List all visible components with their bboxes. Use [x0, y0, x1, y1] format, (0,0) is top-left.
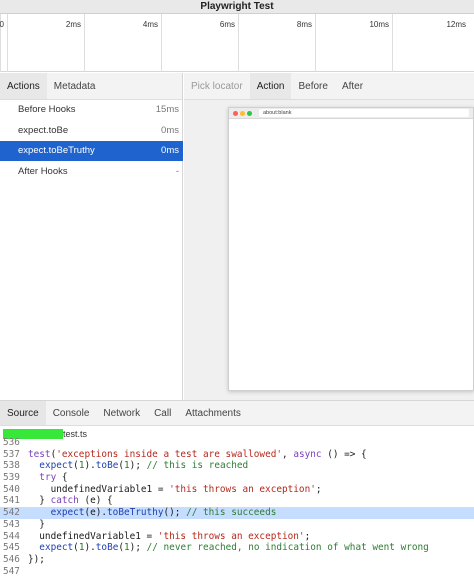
code-text: });: [28, 553, 45, 565]
action-item-duration: -: [175, 165, 179, 177]
line-number: 544: [3, 530, 20, 542]
timeline-tick-label: 0: [0, 20, 4, 29]
code-line: 544 undefinedVariable1 = 'this throws an…: [0, 531, 474, 543]
line-number: 537: [3, 448, 20, 460]
action-item-title: expect.toBe: [18, 124, 69, 136]
tab-source[interactable]: Source: [0, 401, 46, 425]
minimize-dot-icon: [240, 111, 245, 116]
snapshot-panel: Pick locator Action Before After about:b…: [184, 73, 474, 400]
tab-console[interactable]: Console: [46, 401, 97, 425]
code-line: 540 undefinedVariable1 = 'this throws an…: [0, 484, 474, 496]
code-text: try {: [39, 472, 68, 484]
timeline-gridline: [84, 14, 85, 72]
code-line: 542 expect(e).toBeTruthy(); // this succ…: [0, 507, 474, 519]
bottom-tab-bar: Source Console Network Call Attachments: [0, 401, 474, 426]
timeline-tick-label: 4ms: [142, 20, 158, 29]
code-text: expect(1).toBe(1); // never reached, no …: [39, 542, 429, 554]
line-number: 538: [3, 460, 20, 472]
actions-panel: Actions Metadata Before Hooks 15ms expect.…: [0, 73, 183, 400]
action-item-duration: 0ms: [161, 124, 179, 136]
line-number: 541: [3, 495, 20, 507]
code-line: 536: [0, 437, 474, 449]
action-item-title: expect.toBeTruthy: [18, 145, 95, 156]
action-item-duration: 0ms: [161, 145, 179, 156]
code-line: 547: [0, 566, 474, 578]
timeline-tick-label: 10ms: [369, 20, 389, 29]
actions-tab-bar: Actions Metadata: [0, 73, 182, 100]
tab-actions[interactable]: Actions: [0, 73, 47, 99]
timeline-tick-label: 8ms: [296, 20, 312, 29]
source-code-view[interactable]: 536 537 test('exceptions inside a test are…: [0, 437, 474, 577]
browser-url: about:blank: [259, 109, 469, 117]
timeline-tick-label: 2ms: [65, 20, 81, 29]
code-text: undefinedVariable1 = 'this throws an exc…: [28, 483, 322, 495]
action-item[interactable]: expect.toBeTruthy 0ms: [0, 141, 183, 161]
code-text: } catch (e) {: [28, 495, 113, 507]
tab-action[interactable]: Action: [249, 73, 292, 99]
timeline-gridline: [392, 14, 393, 72]
line-number: 543: [3, 518, 20, 530]
code-text: expect(e).toBeTruthy(); // this succeeds: [50, 507, 277, 519]
timeline-gridline: [7, 14, 8, 72]
action-item-title: After Hooks: [18, 165, 68, 177]
timeline-tick-label: 12ms: [446, 20, 466, 29]
action-item[interactable]: expect.toBe 0ms: [0, 121, 183, 141]
code-line: 537 test('exceptions inside a test are sw…: [0, 449, 474, 461]
timeline-gridline: [315, 14, 316, 72]
snapshot-browser-frame: about:blank: [228, 107, 474, 391]
tab-metadata[interactable]: Metadata: [47, 73, 103, 99]
code-line: 543 }: [0, 519, 474, 531]
browser-toolbar: about:blank: [229, 108, 473, 119]
code-text: undefinedVariable1 = 'this throws an exc…: [28, 530, 311, 542]
tab-attachments[interactable]: Attachments: [178, 401, 248, 425]
code-line: 538 expect(1).toBe(1); // this is reache…: [0, 460, 474, 472]
pick-locator-button[interactable]: Pick locator: [184, 73, 250, 99]
code-line: 539 try {: [0, 472, 474, 484]
line-number: 545: [3, 542, 20, 554]
line-number: 540: [3, 483, 20, 495]
code-line: 546});: [0, 554, 474, 566]
code-text: test('exceptions inside a test are swall…: [28, 448, 367, 460]
action-item-duration: 15ms: [155, 104, 179, 115]
line-number: 539: [3, 472, 20, 484]
line-number: 536: [3, 437, 20, 448]
code-text: expect(1).toBe(1); // this is reached: [39, 460, 249, 472]
timeline-gridline: [238, 14, 239, 72]
timeline-gridline: [161, 14, 162, 72]
line-number: 542: [3, 507, 20, 519]
timeline-tick-label: 6ms: [219, 20, 235, 29]
code-line: 545 expect(1).toBe(1); // never reached,…: [0, 542, 474, 554]
bottom-panel: Source Console Network Call Attachments …: [0, 400, 474, 579]
action-item[interactable]: After Hooks -: [0, 162, 183, 182]
line-number: 547: [3, 565, 20, 577]
close-dot-icon: [233, 111, 238, 116]
code-line: 541 } catch (e) {: [0, 495, 474, 507]
maximize-dot-icon: [247, 111, 252, 116]
timeline[interactable]: 0 2ms 4ms 6ms 8ms 10ms 12ms: [0, 14, 474, 72]
snapshot-tab-bar: Pick locator Action Before After: [184, 73, 474, 100]
tab-before[interactable]: Before: [291, 73, 334, 99]
tab-after[interactable]: After: [335, 73, 370, 99]
action-item[interactable]: Before Hooks 15ms: [0, 100, 183, 120]
window-title: Playwright Test: [0, 0, 474, 14]
tab-call[interactable]: Call: [147, 401, 178, 425]
tab-network[interactable]: Network: [96, 401, 147, 425]
code-text: }: [28, 518, 45, 530]
line-number: 546: [3, 553, 20, 565]
action-item-title: Before Hooks: [18, 104, 76, 115]
